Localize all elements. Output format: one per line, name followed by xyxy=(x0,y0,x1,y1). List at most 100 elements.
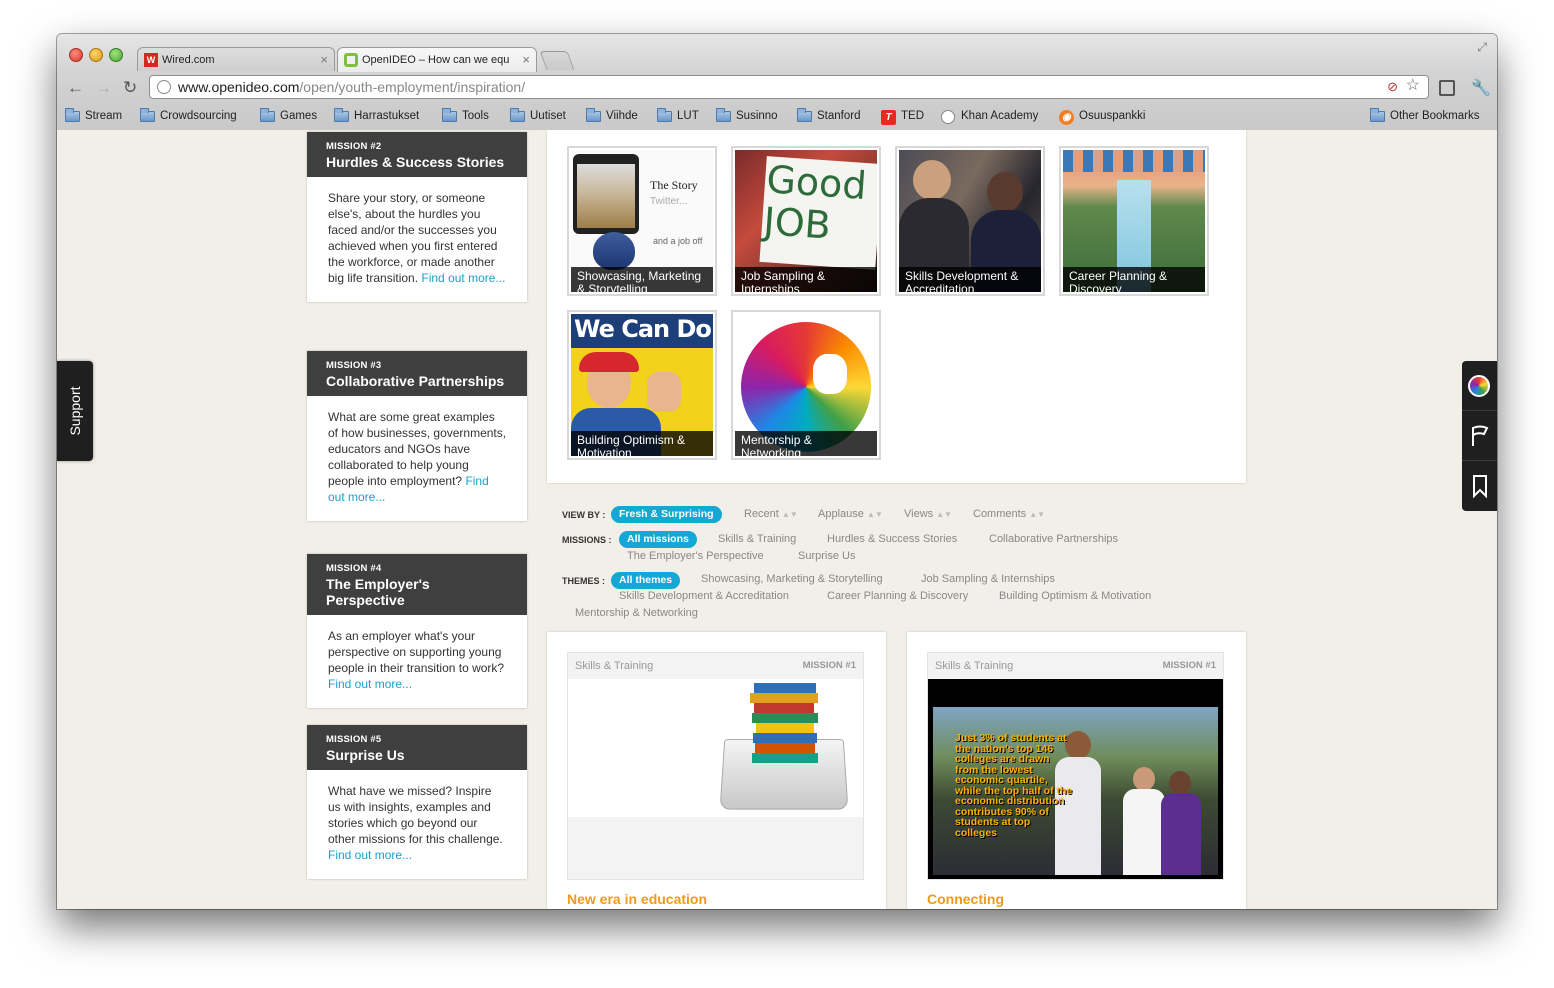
find-out-more-link[interactable]: Find out more... xyxy=(421,271,505,285)
bookmark-ted[interactable]: T TED xyxy=(881,110,924,125)
folder-icon xyxy=(510,108,525,122)
bookmark-viihde[interactable]: Viihde xyxy=(586,108,638,122)
theme-filter-job-sampling[interactable]: Job Sampling & Internships xyxy=(921,573,1055,585)
view-by-label: VIEW BY : xyxy=(562,510,606,520)
mission-filter-skills-training[interactable]: Skills & Training xyxy=(718,533,796,545)
osuuspankki-icon: ◉ xyxy=(1059,110,1074,125)
maximize-window-button[interactable] xyxy=(109,48,123,62)
missions-all[interactable]: All missions xyxy=(619,531,697,548)
flag-icon xyxy=(1472,425,1489,446)
bookmark-stream[interactable]: Stream xyxy=(65,108,122,122)
mission-filter-employer[interactable]: The Employer's Perspective xyxy=(627,550,764,562)
theme-gallery: The Story Twitter... and a job off Showc… xyxy=(547,130,1246,483)
mission-title[interactable]: The Employer's Perspective xyxy=(326,576,508,608)
tab-openideo[interactable]: OpenIDEO – How can we equ × xyxy=(337,47,537,72)
idea-preview: Skills & Training MISSION #1 xyxy=(567,652,864,880)
view-by-views[interactable]: Views ▲▼ xyxy=(904,508,952,520)
idea-title[interactable]: New era in education xyxy=(567,891,707,907)
address-bar[interactable]: www.openideo.com/open/youth-employment/i… xyxy=(149,75,1429,99)
bookmark-khan-academy[interactable]: Khan Academy xyxy=(941,110,1038,124)
idea-card[interactable]: Skills & Training MISSION #1 Just 3% of … xyxy=(907,632,1246,909)
bookmark-susinno[interactable]: Susinno xyxy=(716,108,778,122)
thumb-inner-subtitle: Twitter... xyxy=(650,196,688,207)
close-window-button[interactable] xyxy=(69,48,83,62)
back-arrow-icon[interactable]: ← xyxy=(67,78,84,98)
idea-mission: MISSION #1 xyxy=(802,660,856,671)
flag-button[interactable] xyxy=(1462,411,1497,461)
idea-card[interactable]: Skills & Training MISSION #1 New era in … xyxy=(547,632,886,909)
bookmark-harrastukset[interactable]: Harrastukset xyxy=(334,108,419,122)
bookmark-stanford[interactable]: Stanford xyxy=(797,108,860,122)
find-out-more-link[interactable]: Find out more... xyxy=(328,677,412,691)
tab-wired[interactable]: W Wired.com × xyxy=(137,47,335,71)
minimize-window-button[interactable] xyxy=(89,48,103,62)
blocked-content-icon[interactable]: ⊘ xyxy=(1387,76,1398,98)
idea-overlay-text: Just 3% of students at the nation's top … xyxy=(955,732,1073,839)
view-by-recent[interactable]: Recent ▲▼ xyxy=(744,508,798,520)
theme-thumb-building-optimism[interactable]: We Can Do It! Building Optimism & Motiva… xyxy=(567,310,717,460)
forward-arrow-icon[interactable]: → xyxy=(95,78,112,98)
khan-academy-icon xyxy=(941,110,955,124)
theme-filter-skills-development[interactable]: Skills Development & Accreditation xyxy=(619,590,789,602)
bookmark-games[interactable]: Games xyxy=(260,108,317,122)
mission-filter-collaborative[interactable]: Collaborative Partnerships xyxy=(989,533,1118,545)
mission-header: MISSION #5 Surprise Us xyxy=(307,725,527,770)
mission-title[interactable]: Collaborative Partnerships xyxy=(326,373,508,389)
mission-number: MISSION #5 xyxy=(326,734,382,745)
bookmark-other-bookmarks[interactable]: Other Bookmarks xyxy=(1370,108,1479,122)
mission-title[interactable]: Hurdles & Success Stories xyxy=(326,154,508,170)
theme-thumb-showcasing[interactable]: The Story Twitter... and a job off Showc… xyxy=(567,146,717,296)
theme-filter-showcasing[interactable]: Showcasing, Marketing & Storytelling xyxy=(701,573,883,585)
theme-thumb-skills-development[interactable]: Skills Development & Accreditation xyxy=(895,146,1045,296)
themes-label: THEMES : xyxy=(562,576,606,586)
fullscreen-icon[interactable]: ⤢ xyxy=(1477,40,1487,55)
support-tab[interactable]: Support xyxy=(57,361,93,461)
tab-close-icon[interactable]: × xyxy=(320,48,328,71)
mission-filter-surprise-us[interactable]: Surprise Us xyxy=(798,550,855,562)
mission-filter-hurdles[interactable]: Hurdles & Success Stories xyxy=(827,533,957,545)
mission-title[interactable]: Surprise Us xyxy=(326,747,508,763)
idea-tag[interactable]: Skills & Training xyxy=(935,660,1013,672)
bookmark-star-icon[interactable]: ☆ xyxy=(1406,75,1420,97)
idea-image: Just 3% of students at the nation's top … xyxy=(933,707,1218,875)
theme-thumb-job-sampling[interactable]: Good JOB Job Sampling & Internships xyxy=(731,146,881,296)
theme-thumb-mentorship[interactable]: Mentorship & Networking xyxy=(731,310,881,460)
new-tab-button[interactable] xyxy=(539,51,575,70)
view-by-comments[interactable]: Comments ▲▼ xyxy=(973,508,1045,520)
globe-icon xyxy=(157,80,171,94)
ted-icon: T xyxy=(881,110,896,125)
theme-thumb-career-planning[interactable]: Career Planning & Discovery xyxy=(1059,146,1209,296)
missions-label: MISSIONS : xyxy=(562,535,612,545)
reload-icon[interactable]: ↻ xyxy=(123,78,137,98)
bookmark-osuuspankki[interactable]: ◉ Osuuspankki xyxy=(1059,110,1145,125)
bookmark-button[interactable] xyxy=(1462,461,1497,511)
bookmark-lut[interactable]: LUT xyxy=(657,108,699,122)
extension-icon[interactable] xyxy=(1439,80,1455,96)
bookmark-tools[interactable]: Tools xyxy=(442,108,489,122)
bookmark-uutiset[interactable]: Uutiset xyxy=(510,108,566,122)
tab-label: OpenIDEO – How can we equ xyxy=(362,54,510,66)
folder-icon xyxy=(797,108,812,122)
idea-mission: MISSION #1 xyxy=(1162,660,1216,671)
bookmark-icon xyxy=(1473,475,1487,498)
folder-icon xyxy=(140,108,155,122)
idea-tag[interactable]: Skills & Training xyxy=(575,660,653,672)
folder-icon xyxy=(586,108,601,122)
themes-all[interactable]: All themes xyxy=(611,572,681,589)
wrench-icon[interactable]: 🔧 xyxy=(1471,78,1491,98)
view-by-applause[interactable]: Applause ▲▼ xyxy=(818,508,883,520)
color-wheel-button[interactable] xyxy=(1462,361,1497,411)
theme-filter-mentorship[interactable]: Mentorship & Networking xyxy=(575,607,698,619)
idea-title[interactable]: Connecting xyxy=(927,891,1004,907)
theme-filter-career-planning[interactable]: Career Planning & Discovery xyxy=(827,590,968,602)
theme-caption: Skills Development & Accreditation xyxy=(899,267,1041,292)
mission-number: MISSION #2 xyxy=(326,141,382,152)
mission-description: What have we missed? Inspire us with ins… xyxy=(328,784,503,862)
tab-close-icon[interactable]: × xyxy=(522,48,530,72)
idea-image xyxy=(568,679,863,817)
view-by-fresh-surprising[interactable]: Fresh & Surprising xyxy=(611,506,722,523)
bookmark-crowdsourcing[interactable]: Crowdsourcing xyxy=(140,108,237,122)
find-out-more-link[interactable]: Find out more... xyxy=(328,848,412,862)
theme-filter-building-optimism[interactable]: Building Optimism & Motivation xyxy=(999,590,1151,602)
bookmarks-bar: Stream Crowdsourcing Games Harrastukset … xyxy=(57,106,1497,130)
